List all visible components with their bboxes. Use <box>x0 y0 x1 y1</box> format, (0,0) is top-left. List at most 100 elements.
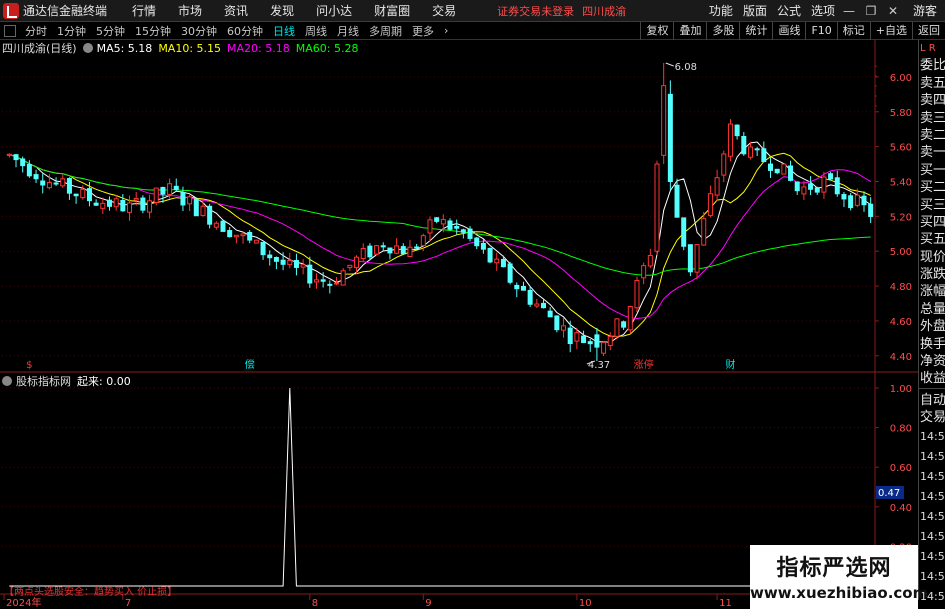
candle <box>707 185 713 218</box>
tool-draw[interactable]: 画线 <box>772 21 805 40</box>
candle-body <box>781 163 787 175</box>
period-30min[interactable]: 30分钟 <box>181 23 217 39</box>
candle-body <box>587 341 593 345</box>
quote-field-label: 买二 <box>920 180 945 196</box>
menu-market[interactable]: 市场 <box>178 2 202 19</box>
menu-trade[interactable]: 交易 <box>432 2 456 19</box>
watermark-title: 指标严选网 <box>776 556 892 581</box>
candle-body <box>147 200 153 213</box>
candle-body <box>113 198 119 208</box>
menu-options[interactable]: 选项 <box>811 2 835 19</box>
candle-body <box>761 148 767 163</box>
candle <box>367 243 373 261</box>
candle-body <box>647 255 653 267</box>
price-tick-label: 5.20 <box>890 212 912 223</box>
event-label: 涨停 <box>634 358 654 371</box>
candle-body <box>46 181 52 189</box>
high-label: 6.08 <box>675 62 697 73</box>
candle <box>681 217 687 251</box>
tool-back[interactable]: 返回 <box>912 21 945 40</box>
candle-body <box>754 148 760 151</box>
kline-chart[interactable]: 6.00 5.80 5.60 5.40 5.20 5.00 4.80 4.60 4.40 6.0… <box>0 40 945 609</box>
menu-news[interactable]: 资讯 <box>224 2 248 19</box>
watermark-url: www.xuezhibiao.com <box>750 584 929 602</box>
close-icon[interactable]: ✕ <box>885 4 901 18</box>
guest-user[interactable]: 游客 <box>913 2 937 19</box>
menu-wealth[interactable]: 财富圈 <box>374 2 410 19</box>
candle-body <box>414 246 420 249</box>
candle-body <box>747 146 753 158</box>
tool-add-watchlist[interactable]: +自选 <box>869 21 912 40</box>
period-intraday[interactable]: 分时 <box>25 23 47 39</box>
indicator-note: 【两点头选股安全：趋势买入 价止损】 <box>4 587 178 598</box>
ma5-line <box>9 141 871 343</box>
period-more[interactable]: 更多 <box>412 23 434 39</box>
tool-multi-stock[interactable]: 多股 <box>706 21 739 40</box>
candle-body <box>848 195 854 209</box>
candle-body <box>247 231 253 241</box>
candle-body <box>687 244 693 273</box>
candle-body <box>534 303 540 307</box>
period-multi[interactable]: 多周期 <box>369 23 402 39</box>
candle-body <box>240 233 246 237</box>
candle <box>654 160 660 255</box>
tool-mark[interactable]: 标记 <box>836 21 870 40</box>
tool-adjust[interactable]: 复权 <box>640 21 673 40</box>
candle <box>601 341 607 357</box>
candle-body <box>801 186 807 195</box>
quote-field-label: 收益 <box>920 371 945 387</box>
candle-body <box>167 183 173 195</box>
minimize-icon[interactable]: — <box>841 4 857 18</box>
menu-ask[interactable]: 问小达 <box>316 2 352 19</box>
panel-corner[interactable]: L R <box>919 40 945 57</box>
candle-body <box>407 246 413 257</box>
tool-stats[interactable]: 统计 <box>739 21 772 40</box>
menu-function[interactable]: 功能 <box>709 2 733 19</box>
period-5min[interactable]: 5分钟 <box>96 23 125 39</box>
candle-body <box>93 202 99 206</box>
menu-discover[interactable]: 发现 <box>270 2 294 19</box>
auto-trade-label[interactable]: 交易 <box>919 409 945 426</box>
menu-formula[interactable]: 公式 <box>777 2 801 19</box>
candle <box>614 318 620 340</box>
candle <box>814 186 820 195</box>
candle <box>808 176 814 196</box>
ma10-label: MA10: 5.15 <box>158 41 222 55</box>
login-status[interactable]: 证券交易未登录 <box>497 3 574 19</box>
indicator-name[interactable]: 股标指标网 <box>16 373 71 389</box>
candle <box>300 259 306 275</box>
candle <box>788 160 794 182</box>
price-tick-label: 5.40 <box>890 177 912 188</box>
more-arrow-icon[interactable]: › <box>444 24 448 37</box>
candle <box>554 315 560 333</box>
candle-body <box>768 163 774 171</box>
period-1min[interactable]: 1分钟 <box>57 23 86 39</box>
candle <box>768 157 774 178</box>
candle <box>761 141 767 163</box>
candle-body <box>808 183 814 190</box>
restore-icon[interactable]: ❐ <box>863 4 879 18</box>
period-15min[interactable]: 15分钟 <box>135 23 171 39</box>
candle <box>507 261 513 285</box>
indicator-toggle-icon[interactable] <box>2 376 12 386</box>
panel-toggle-icon[interactable] <box>4 24 16 37</box>
candle <box>374 244 380 256</box>
candle-body <box>540 302 546 309</box>
main-legend: 四川成渝(日线) MA5: 5.18 MA10: 5.15 MA20: 5.18… <box>2 40 364 56</box>
tool-f10[interactable]: F10 <box>805 21 836 40</box>
menu-quotes[interactable]: 行情 <box>132 2 156 19</box>
quote-field-label: 净资 <box>920 354 945 370</box>
stock-name[interactable]: 四川成渝(日线) <box>2 40 77 56</box>
period-daily[interactable]: 日线 <box>273 23 295 39</box>
candle-body <box>828 173 834 180</box>
candle-body <box>153 187 159 203</box>
auto-trade-label[interactable]: 自动 <box>919 392 945 409</box>
period-weekly[interactable]: 周线 <box>305 23 327 39</box>
candle <box>667 80 673 191</box>
period-monthly[interactable]: 月线 <box>337 23 359 39</box>
candle-body <box>734 124 740 137</box>
tool-overlay[interactable]: 叠加 <box>673 21 706 40</box>
period-60min[interactable]: 60分钟 <box>227 23 263 39</box>
legend-toggle-icon[interactable] <box>82 43 93 53</box>
menu-layout[interactable]: 版面 <box>743 2 767 19</box>
